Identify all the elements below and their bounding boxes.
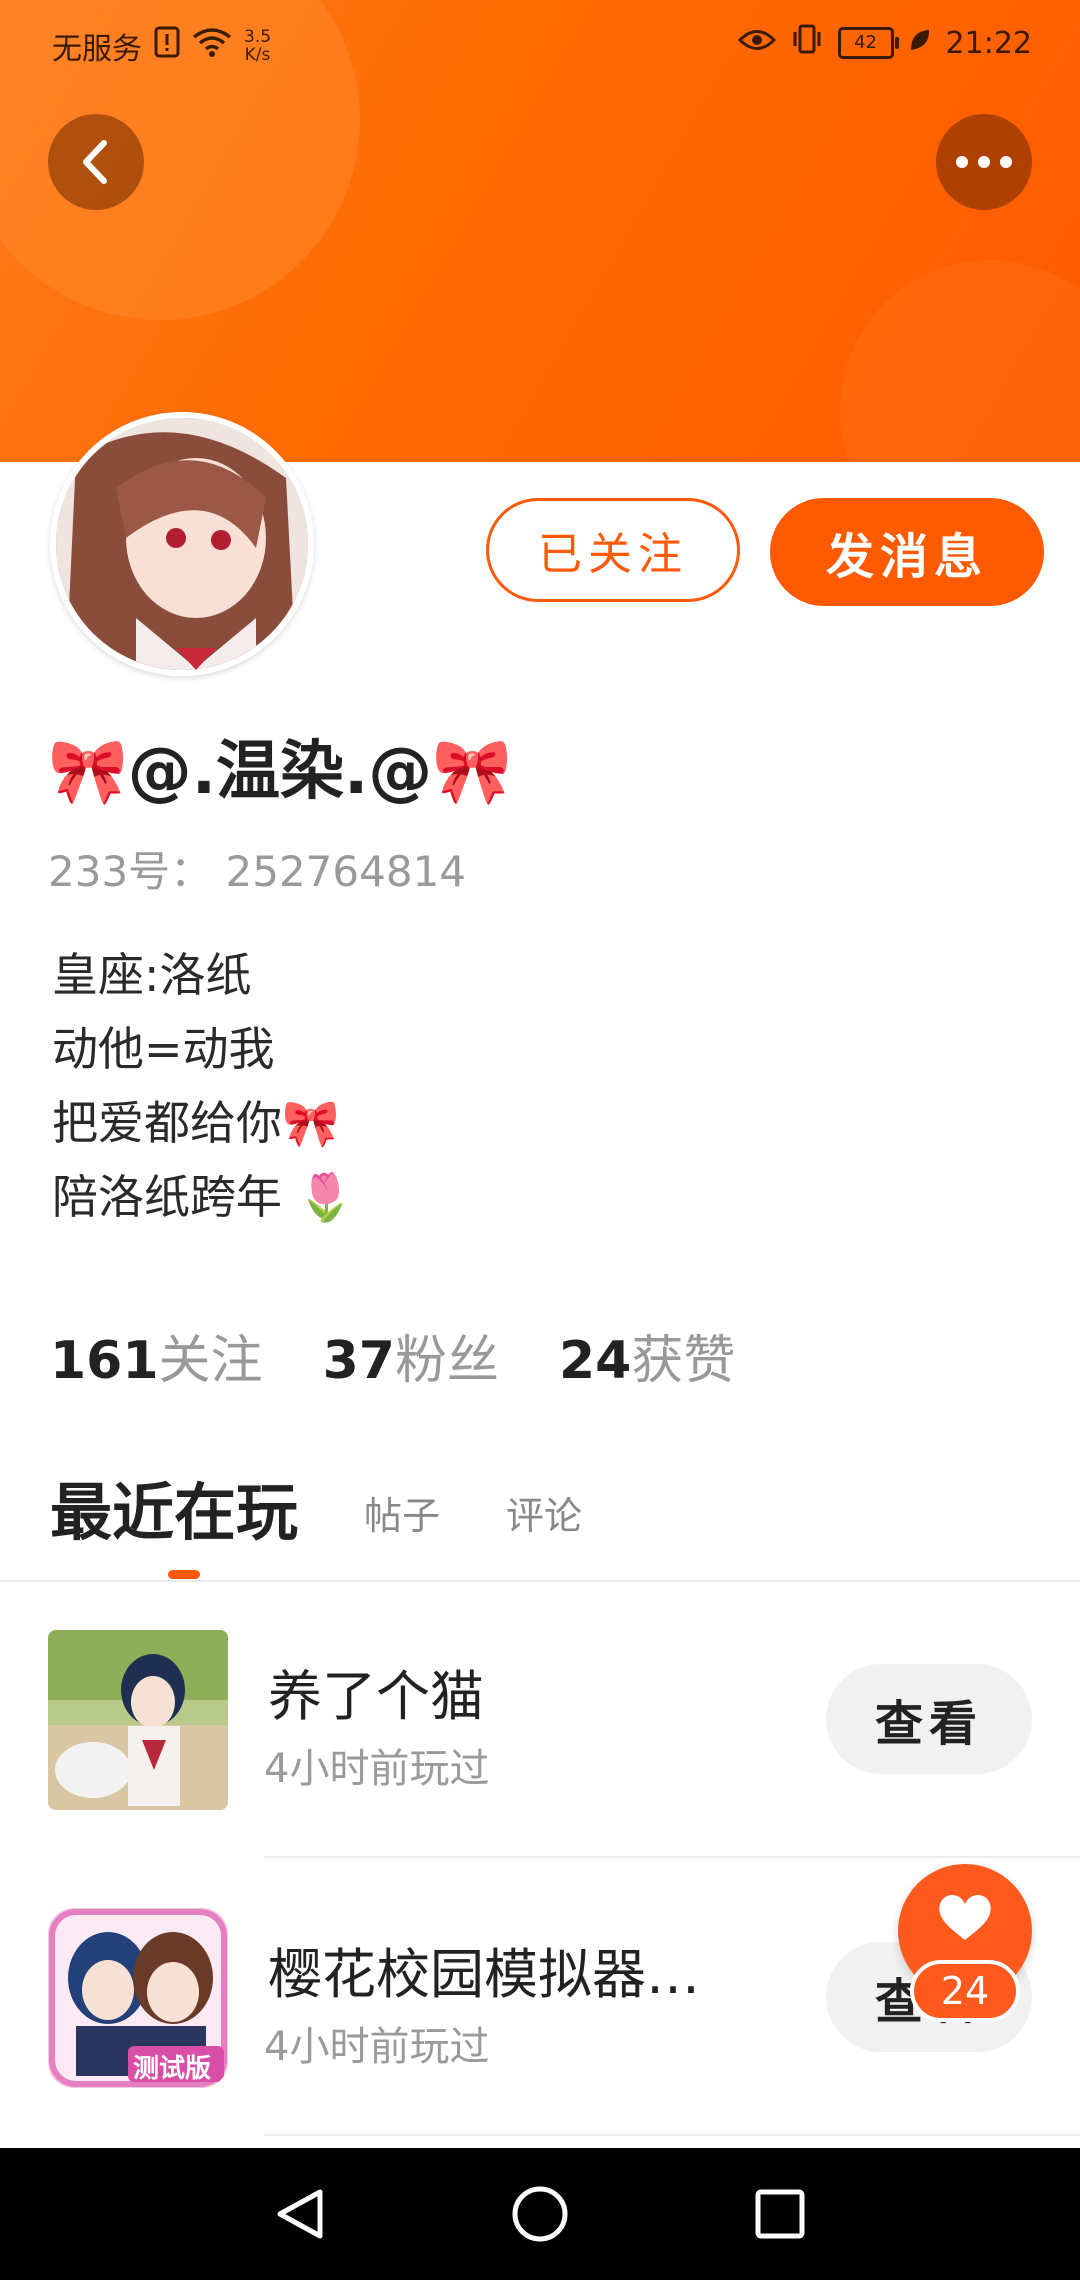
user-id: 233号： 252764814 bbox=[48, 847, 467, 896]
nav-home-button[interactable] bbox=[504, 2178, 576, 2250]
tab-recently-played[interactable]: 最近在玩 bbox=[50, 1462, 298, 1552]
stat-number: 161 bbox=[50, 1331, 159, 1391]
tab-comments[interactable]: 评论 bbox=[506, 1485, 582, 1552]
profile-stats: 161关注 37粉丝 24获赞 bbox=[50, 1318, 735, 1393]
clock: 21:22 bbox=[945, 25, 1032, 61]
game-title: 养了个猫 bbox=[268, 1665, 484, 1728]
carrier-text: 无服务 bbox=[52, 32, 142, 67]
chevron-left-icon bbox=[83, 140, 107, 184]
tab-posts[interactable]: 帖子 bbox=[364, 1485, 440, 1552]
more-options-button[interactable] bbox=[936, 114, 1032, 210]
stat-followers[interactable]: 37粉丝 bbox=[323, 1318, 499, 1393]
speed-value: 3.5 bbox=[244, 27, 272, 47]
eye-comfort-icon bbox=[737, 26, 776, 61]
row-divider bbox=[264, 2134, 1080, 2136]
row-divider bbox=[264, 1856, 1080, 1858]
bio-line: 皇座:洛纸 bbox=[52, 948, 252, 1002]
status-bar: 无服务 3.5 K/s 42 21:22 bbox=[0, 0, 1080, 92]
sim-alert-icon bbox=[154, 26, 180, 66]
bio-line: 动他=动我 bbox=[52, 1022, 275, 1076]
network-speed: 3.5 K/s bbox=[244, 28, 271, 64]
leaf-icon bbox=[908, 26, 932, 61]
user-nickname: 🎀@.温染.@🎀 bbox=[48, 735, 512, 809]
square-recents-icon bbox=[755, 2189, 805, 2239]
active-tab-indicator bbox=[168, 1570, 200, 1579]
avatar[interactable] bbox=[50, 412, 314, 676]
game-list-item[interactable]: 养了个猫 4小时前玩过 查看 bbox=[0, 1630, 1080, 1890]
speed-unit: K/s bbox=[244, 45, 271, 65]
stat-following[interactable]: 161关注 bbox=[50, 1318, 263, 1393]
avatar-image bbox=[56, 418, 308, 670]
user-bio: 皇座:洛纸 动他=动我 把爱都给你🎀 陪洛纸跨年 🌷 bbox=[52, 938, 354, 1234]
nav-recents-button[interactable] bbox=[744, 2178, 816, 2250]
stat-number: 24 bbox=[558, 1331, 632, 1391]
more-horizontal-icon bbox=[956, 156, 1012, 168]
send-message-button[interactable]: 发消息 bbox=[770, 498, 1044, 606]
profile-header-background: 无服务 3.5 K/s 42 21:22 bbox=[0, 0, 1080, 462]
following-button[interactable]: 已关注 bbox=[486, 498, 740, 602]
tabs-divider bbox=[0, 1580, 1080, 1582]
stat-label: 关注 bbox=[158, 1331, 263, 1391]
game-thumbnail bbox=[48, 1630, 228, 1810]
profile-tabs: 最近在玩 帖子 评论 bbox=[50, 1462, 582, 1552]
triangle-back-icon bbox=[277, 2189, 323, 2239]
last-played-time: 4小时前玩过 bbox=[264, 2024, 490, 2070]
nav-back-button[interactable] bbox=[264, 2178, 336, 2250]
last-played-time: 4小时前玩过 bbox=[264, 1746, 490, 1792]
game-title: 樱花校园模拟器… bbox=[268, 1943, 700, 2006]
circle-home-icon bbox=[512, 2186, 568, 2242]
like-count-badge: 24 bbox=[910, 1960, 1020, 2022]
test-version-badge: 测试版 bbox=[133, 2054, 212, 2084]
header-decoration bbox=[840, 260, 1080, 462]
bio-line: 陪洛纸跨年 🌷 bbox=[52, 1170, 354, 1224]
vibrate-icon bbox=[790, 24, 824, 62]
stat-label: 粉丝 bbox=[394, 1331, 499, 1391]
system-navigation-bar bbox=[0, 2148, 1080, 2280]
stat-label: 获赞 bbox=[631, 1331, 736, 1391]
battery-indicator: 42 bbox=[837, 27, 899, 59]
wifi-icon bbox=[192, 27, 232, 65]
view-game-button[interactable]: 查看 bbox=[826, 1664, 1032, 1774]
back-button[interactable] bbox=[48, 114, 144, 210]
bio-line: 把爱都给你🎀 bbox=[52, 1096, 340, 1150]
stat-likes[interactable]: 24获赞 bbox=[559, 1318, 735, 1393]
stat-number: 37 bbox=[322, 1331, 395, 1391]
